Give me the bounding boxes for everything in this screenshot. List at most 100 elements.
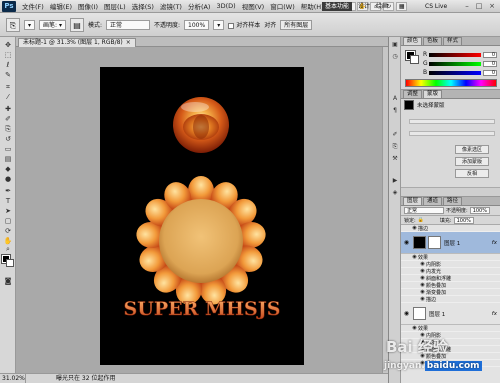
- tab-close-icon[interactable]: ×: [126, 39, 131, 46]
- panel-background-swatch[interactable]: [410, 55, 419, 64]
- blur-tool-icon[interactable]: ◆: [3, 165, 13, 174]
- menu-3d[interactable]: 3D(D): [213, 2, 238, 10]
- effect-row[interactable]: ◉ 描边: [401, 296, 500, 303]
- lock-icon[interactable]: 🔒: [418, 217, 424, 223]
- menu-view[interactable]: 视图(V): [239, 1, 268, 11]
- effect-row[interactable]: ◉ 描边: [401, 225, 500, 232]
- dodge-tool-icon[interactable]: ●: [3, 175, 13, 184]
- menu-window[interactable]: 窗口(W): [267, 1, 298, 11]
- effect-row[interactable]: ◉ 内阴影: [401, 261, 500, 268]
- blend-mode-dropdown[interactable]: 正常: [404, 207, 444, 214]
- tab-channels[interactable]: 通道: [423, 197, 443, 205]
- paragraph-icon[interactable]: ¶: [391, 107, 399, 115]
- history-icon[interactable]: ◷: [391, 53, 399, 61]
- effect-row[interactable]: ◉ 效果: [401, 325, 500, 332]
- blue-value[interactable]: 0: [483, 69, 497, 76]
- eye-icon[interactable]: ◉: [419, 275, 426, 281]
- navigator-icon[interactable]: ◈: [391, 189, 399, 197]
- move-tool-icon[interactable]: ✥: [3, 41, 13, 50]
- type-tool-icon[interactable]: T: [3, 197, 13, 206]
- tab-layers[interactable]: 图层: [403, 197, 423, 205]
- close-button[interactable]: ×: [487, 2, 497, 11]
- eyedropper-tool-icon[interactable]: ⁄: [3, 93, 13, 102]
- clone-stamp-tool-icon[interactable]: ⎘: [3, 125, 13, 134]
- aligned-dropdown[interactable]: 对齐: [264, 20, 276, 29]
- cs-live-button[interactable]: CS Live: [425, 2, 447, 11]
- sample-dropdown[interactable]: 所有图层: [280, 19, 313, 30]
- blue-slider[interactable]: [429, 70, 481, 75]
- eye-icon[interactable]: ◉: [419, 332, 426, 338]
- tab-masks[interactable]: 蒙版: [423, 90, 443, 98]
- tab-styles[interactable]: 样式: [443, 37, 463, 45]
- brush-tool-icon[interactable]: ✐: [3, 115, 13, 124]
- fx-icon[interactable]: fx: [492, 311, 497, 317]
- eye-icon[interactable]: ◉: [419, 296, 426, 302]
- tab-color[interactable]: 颜色: [403, 37, 423, 45]
- tab-adjustments[interactable]: 调整: [403, 90, 423, 98]
- eye-icon[interactable]: ◉: [419, 346, 426, 352]
- layer-name[interactable]: 图层 1: [444, 239, 460, 247]
- eye-icon[interactable]: ◉: [419, 268, 426, 274]
- eye-icon[interactable]: ◉: [411, 325, 418, 331]
- arrange-icon[interactable]: ▦: [396, 1, 408, 11]
- effect-row[interactable]: ◉ 颜色叠加: [401, 353, 500, 360]
- shape-tool-icon[interactable]: ▢: [3, 217, 13, 226]
- pen-tool-icon[interactable]: ✒: [3, 187, 13, 196]
- eye-icon[interactable]: ◉: [419, 289, 426, 295]
- zoom-tool-icon[interactable]: ⌕: [3, 245, 13, 254]
- fill-field[interactable]: 100%: [453, 216, 474, 224]
- eye-icon[interactable]: ◉: [419, 353, 426, 359]
- canvas-area[interactable]: SUPER MHSJS: [16, 47, 388, 373]
- menu-filter[interactable]: 滤镜(T): [157, 1, 185, 11]
- brush-panel-icon[interactable]: ▤: [69, 17, 84, 32]
- mask-edge-button[interactable]: 像素选区: [455, 145, 489, 154]
- density-slider[interactable]: [409, 119, 495, 124]
- quick-mask-icon[interactable]: ◙: [3, 277, 13, 286]
- eye-icon[interactable]: ◉: [419, 261, 426, 267]
- effect-row[interactable]: ◉ 颜色叠加: [401, 282, 500, 289]
- tool-preset-dropdown[interactable]: ▾: [24, 19, 36, 30]
- eye-icon[interactable]: ◉: [419, 360, 426, 366]
- effect-row[interactable]: ◉ 斜面和浮雕: [401, 346, 500, 353]
- menu-layer[interactable]: 图层(L): [101, 1, 129, 11]
- eye-icon[interactable]: ◉: [411, 225, 418, 231]
- red-value[interactable]: 0: [483, 51, 497, 58]
- eye-icon[interactable]: ◉: [403, 239, 410, 246]
- eye-icon[interactable]: ◉: [403, 310, 410, 317]
- mode-dropdown[interactable]: 正常: [106, 19, 150, 30]
- clone-stamp-icon[interactable]: ⎘: [6, 17, 20, 32]
- gradient-tool-icon[interactable]: ▤: [3, 155, 13, 164]
- tab-swatches[interactable]: 色板: [423, 37, 443, 45]
- workspace-painting[interactable]: 绘画: [373, 2, 391, 11]
- layers-opacity-field[interactable]: 100%: [469, 207, 490, 214]
- menu-analysis[interactable]: 分析(A): [185, 1, 214, 11]
- effect-row[interactable]: ◉ 渐变叠加: [401, 289, 500, 296]
- eye-icon[interactable]: ◉: [419, 282, 426, 288]
- feather-slider[interactable]: [409, 131, 495, 136]
- status-zoom[interactable]: 31.02%: [0, 374, 26, 383]
- document-canvas[interactable]: SUPER MHSJS: [100, 67, 304, 365]
- eraser-tool-icon[interactable]: ▭: [3, 145, 13, 154]
- character-icon[interactable]: A: [391, 95, 399, 103]
- layer-name[interactable]: 图层 1: [429, 310, 445, 318]
- menu-image[interactable]: 图像(I): [75, 1, 101, 11]
- aligned-checkbox[interactable]: 对齐样本: [228, 20, 260, 29]
- flow-dropdown[interactable]: ▾: [213, 19, 225, 30]
- green-value[interactable]: 0: [483, 60, 497, 67]
- fx-icon[interactable]: fx: [492, 240, 497, 246]
- effect-row[interactable]: ◉ 斜面和浮雕: [401, 275, 500, 282]
- color-range-button[interactable]: 添加蒙版: [455, 157, 489, 166]
- marquee-tool-icon[interactable]: ⬚: [3, 51, 13, 60]
- 3d-rotate-tool-icon[interactable]: ⟳: [3, 227, 13, 236]
- background-color-swatch[interactable]: [6, 259, 14, 267]
- menu-edit[interactable]: 编辑(E): [47, 1, 75, 11]
- invert-button[interactable]: 反相: [455, 169, 489, 178]
- workspace-design[interactable]: 设计: [355, 2, 373, 11]
- brush-presets-icon[interactable]: ✐: [391, 131, 399, 139]
- brush-dropdown[interactable]: 画笔: ▾: [39, 19, 66, 30]
- restore-button[interactable]: □: [474, 2, 484, 11]
- eye-icon[interactable]: ◉: [411, 254, 418, 260]
- layer-row[interactable]: ◉ 图层 1 fx: [401, 303, 500, 325]
- opacity-field[interactable]: 100%: [184, 19, 210, 30]
- effect-row[interactable]: ◉ 效果: [401, 254, 500, 261]
